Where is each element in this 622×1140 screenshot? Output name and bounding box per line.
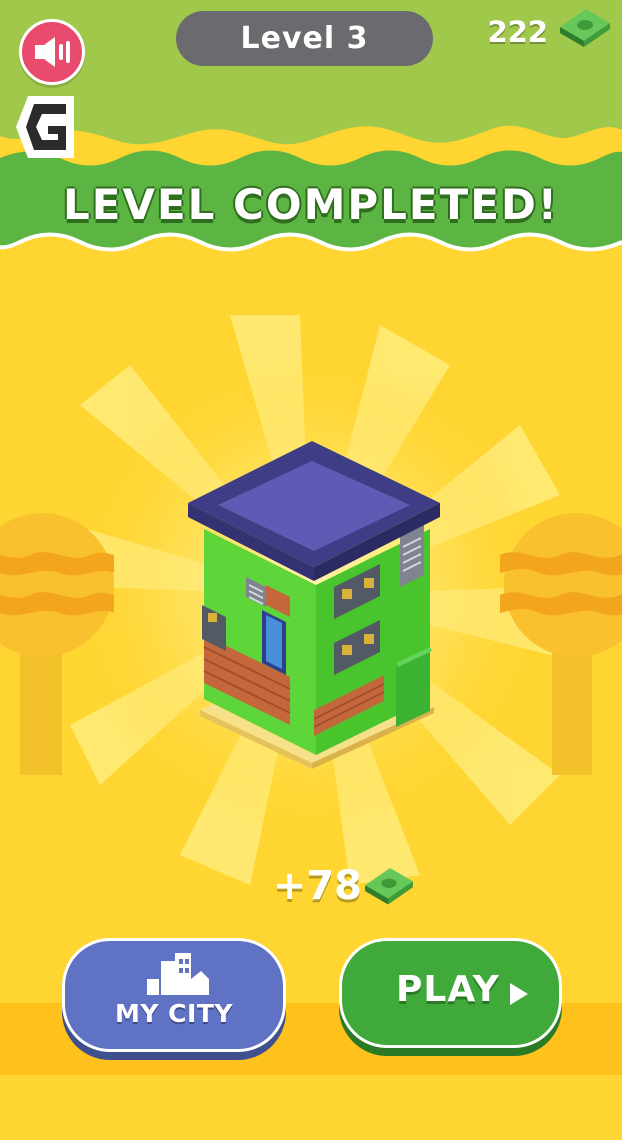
level-completed-title: LEVEL COMPLETED! xyxy=(63,180,559,229)
level-indicator: Level 3 xyxy=(176,11,433,66)
cash-balance: 222 xyxy=(487,15,548,49)
g-logo-icon[interactable] xyxy=(14,94,76,160)
city-icon xyxy=(147,953,209,995)
play-arrow-icon xyxy=(510,983,528,1005)
cash-icon xyxy=(365,868,413,905)
cash-icon xyxy=(560,9,610,47)
reward-amount: +78 xyxy=(272,863,362,909)
my-city-button[interactable]: MY CITY xyxy=(62,938,286,1052)
speaker-icon xyxy=(35,37,70,67)
sound-toggle-button[interactable] xyxy=(19,19,85,85)
play-label: PLAY xyxy=(396,969,500,1010)
play-button[interactable]: PLAY xyxy=(339,938,562,1048)
building-illustration xyxy=(188,441,440,769)
my-city-label: MY CITY xyxy=(115,999,233,1028)
